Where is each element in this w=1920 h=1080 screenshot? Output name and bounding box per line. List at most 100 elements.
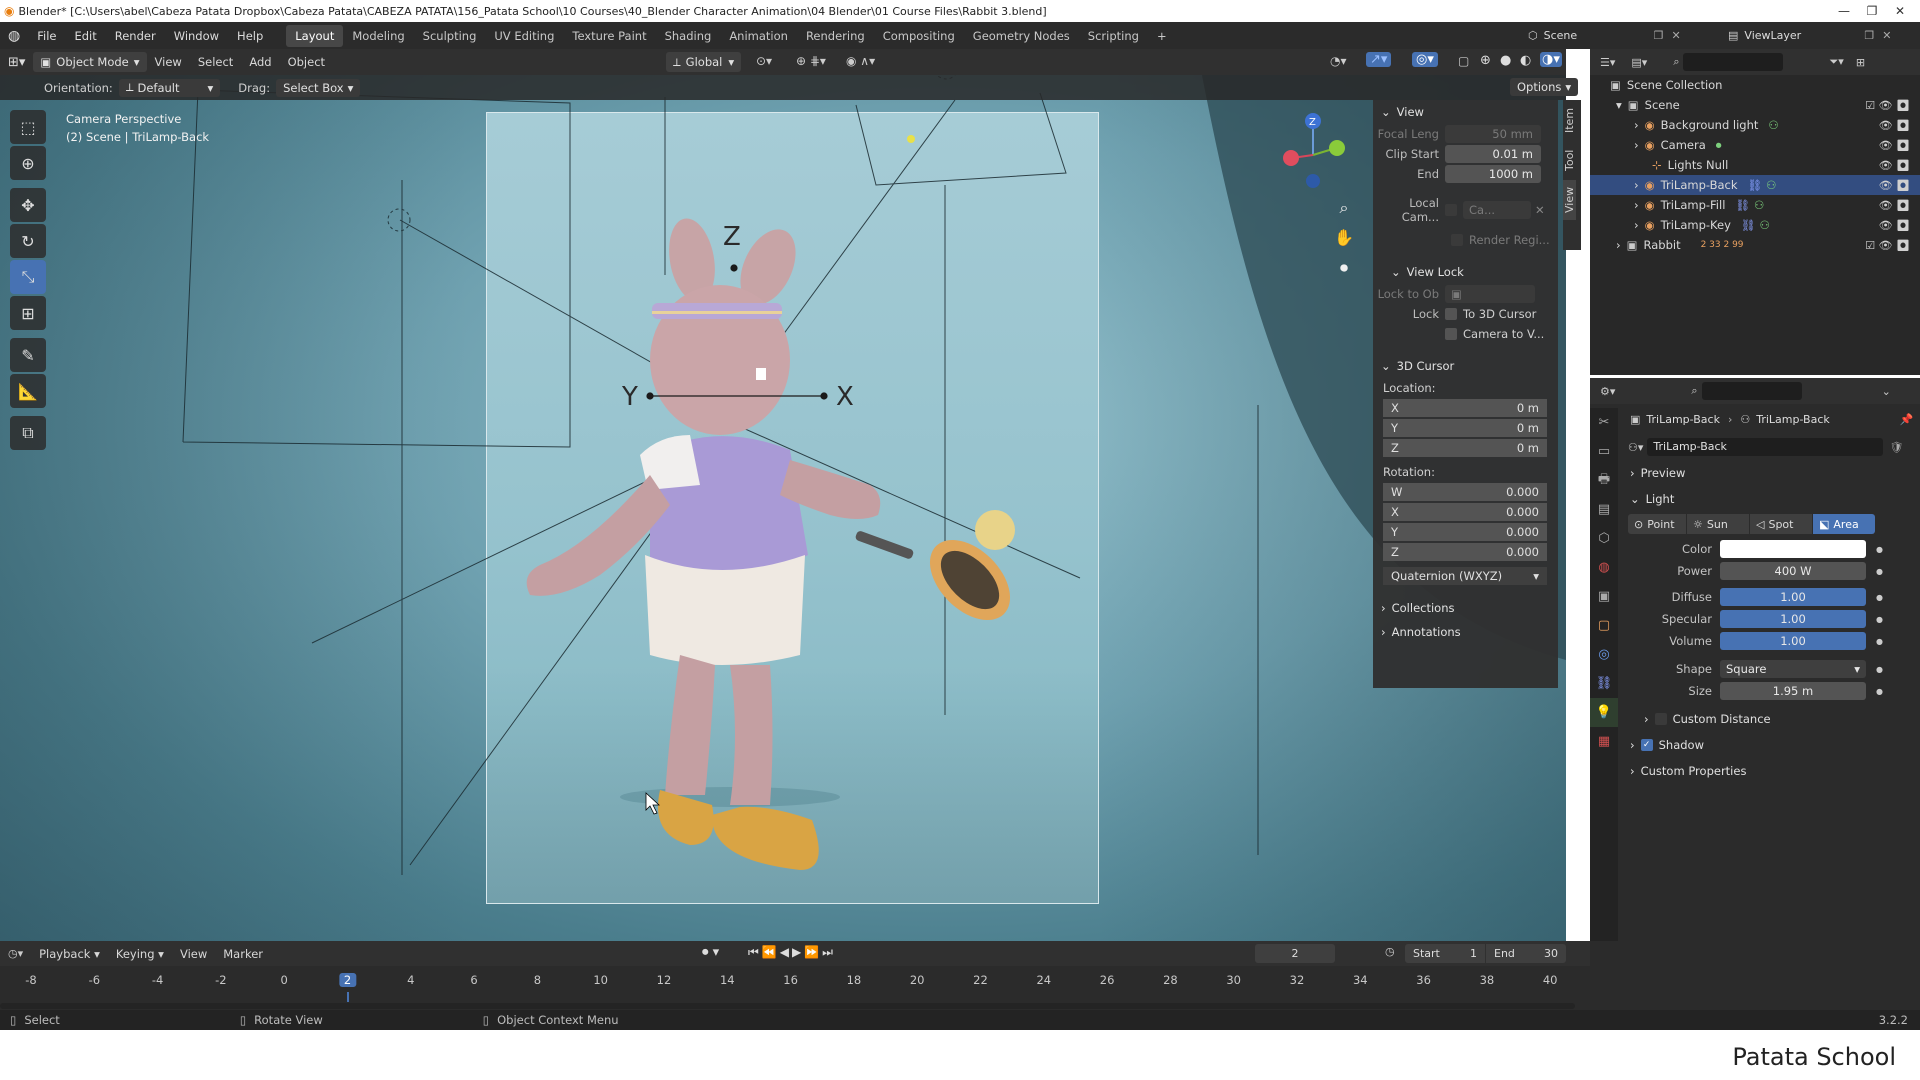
world-tab-icon[interactable]: ◍ [1590, 553, 1618, 582]
expand-icon[interactable]: › [1616, 238, 1621, 252]
view-layer-close-icon[interactable]: ✕ [1882, 29, 1891, 42]
physics-tab-icon[interactable]: ◎ [1590, 640, 1618, 669]
viewport-menu-select[interactable]: Select [190, 55, 241, 69]
outliner-item-trilamp-fill[interactable]: TriLamp-Fill [1661, 198, 1726, 212]
visibility-eye-icon[interactable]: 👁 ⏺ [1879, 179, 1910, 192]
scene-close-icon[interactable]: ✕ [1671, 29, 1680, 42]
visibility-eye-icon[interactable]: ☑ 👁 ⏺ [1865, 239, 1910, 252]
light-section-header[interactable]: ⌄ Light [1620, 486, 1920, 512]
cursor-tool-icon[interactable]: ⊕ [10, 146, 46, 180]
size-field[interactable]: 1.95 m [1720, 682, 1866, 700]
render-tab-icon[interactable]: ▭ [1590, 437, 1618, 466]
pan-hand-icon[interactable]: ✋ [1333, 223, 1355, 253]
gizmo-y-ball[interactable] [1329, 140, 1345, 156]
keyframe-dot-icon[interactable]: ● [1876, 637, 1883, 646]
timeline-editor-icon[interactable]: ◷▾ [0, 947, 31, 960]
local-camera-field[interactable]: Ca... [1463, 201, 1531, 219]
outliner-editor-type-icon[interactable]: ☰▾ [1590, 56, 1625, 69]
orientation-dropdown[interactable]: ⟂ Default ▾ [118, 78, 221, 97]
visibility-eye-icon[interactable]: 👁 ⏺ [1879, 139, 1910, 152]
auto-keying-icon[interactable]: ⏺ ▾ [702, 945, 719, 960]
measure-tool-icon[interactable]: 📐 [10, 374, 46, 408]
visibility-eye-icon[interactable]: 👁 ⏺ [1879, 199, 1910, 212]
light-color-swatch[interactable] [1720, 540, 1866, 558]
keyframe-dot-icon[interactable]: ● [1876, 545, 1883, 554]
pivot-icon[interactable]: ⊙▾ [756, 54, 772, 68]
cursor-rotation-z-field[interactable]: Z 0.000 [1383, 543, 1547, 561]
output-tab-icon[interactable]: 🖶 [1590, 466, 1618, 495]
shading-wireframe-icon[interactable]: ⊕ [1480, 53, 1491, 68]
tab-layout[interactable]: Layout [286, 24, 344, 47]
menu-edit[interactable]: Edit [65, 29, 105, 43]
blender-menu-icon[interactable]: ◍ [0, 28, 28, 44]
cursor-rotation-x-field[interactable]: X 0.000 [1383, 503, 1547, 521]
outliner-search-icon[interactable]: ⌕ [1673, 55, 1679, 69]
tab-modeling[interactable]: Modeling [343, 25, 413, 47]
snap-icon[interactable]: ⊕ ⋕▾ [796, 54, 826, 68]
constraint-tab-icon[interactable]: ⛓ [1590, 669, 1618, 698]
gizmo-negz-ball[interactable] [1306, 174, 1320, 188]
rotate-tool-icon[interactable]: ↻ [10, 224, 46, 258]
overlay-toggle-icon[interactable]: ◎▾ [1412, 52, 1438, 67]
tab-compositing[interactable]: Compositing [874, 25, 964, 47]
light-type-point-button[interactable]: ⊙ Point [1628, 514, 1686, 534]
rotation-mode-dropdown[interactable]: Quaternion (WXYZ) ▾ [1383, 567, 1547, 585]
annotate-tool-icon[interactable]: ✎ [10, 338, 46, 372]
outliner-item-scene[interactable]: Scene [1645, 98, 1680, 112]
menu-help[interactable]: Help [228, 29, 272, 43]
menu-file[interactable]: File [28, 29, 65, 43]
timeline-menu-view[interactable]: View [172, 947, 215, 961]
3d-cursor-header[interactable]: ⌄ 3D Cursor [1373, 354, 1558, 378]
3d-viewport[interactable]: Y X Z Camera Perspective (2) Scene | Tri… [0, 75, 1566, 941]
custom-distance-header[interactable]: › Custom Distance [1620, 706, 1920, 732]
focal-length-field[interactable]: 50 mm [1445, 125, 1541, 143]
tab-shading[interactable]: Shading [656, 25, 721, 47]
scene-selector[interactable]: Scene [1544, 29, 1654, 42]
view-layer-tab-icon[interactable]: ▤ [1590, 495, 1618, 524]
options-dropdown[interactable]: Options ▾ [1510, 78, 1579, 96]
proportional-edit-icon[interactable]: ◉ ∧▾ [846, 54, 875, 68]
shading-rendered-icon[interactable]: ◑▾ [1540, 52, 1562, 67]
outliner-item-background-light[interactable]: Background light [1661, 118, 1759, 132]
sidebar-tab-tool[interactable]: Tool [1563, 140, 1576, 180]
shading-solid-icon[interactable]: ● [1500, 53, 1511, 68]
menu-render[interactable]: Render [106, 29, 165, 43]
expand-icon[interactable]: › [1634, 218, 1639, 232]
add-workspace-button[interactable]: + [1148, 25, 1176, 47]
view-section-header[interactable]: ⌄ View [1373, 100, 1558, 124]
fake-user-icon[interactable]: 🛡 [1889, 441, 1903, 454]
tab-rendering[interactable]: Rendering [797, 25, 874, 47]
viewport-menu-object[interactable]: Object [280, 55, 333, 69]
keyframe-dot-icon[interactable]: ● [1876, 615, 1883, 624]
visibility-eye-icon[interactable]: ☑ 👁 ⏺ [1865, 99, 1910, 112]
keyframe-dot-icon[interactable]: ● [1876, 687, 1883, 696]
timeline-menu-playback[interactable]: Playback ▾ [31, 947, 108, 961]
tool-tab-icon[interactable]: ✂ [1590, 408, 1618, 437]
start-frame-field[interactable]: Start 1 [1405, 944, 1485, 963]
shape-dropdown[interactable]: Square ▾ [1720, 660, 1866, 678]
cursor-location-x-field[interactable]: X 0 m [1383, 399, 1547, 417]
light-datablock-icon[interactable]: ⚇▾ [1628, 441, 1643, 454]
view-layer-selector[interactable]: ViewLayer [1744, 29, 1864, 42]
custom-distance-checkbox[interactable] [1654, 713, 1667, 725]
volume-slider[interactable]: 1.00 [1720, 632, 1866, 650]
lock-to-object-field[interactable]: ▣ [1445, 285, 1535, 303]
viewport-menu-view[interactable]: View [147, 55, 190, 69]
playback-controls[interactable]: ⏮⏪◀▶⏩⏭ [748, 945, 836, 960]
outliner-item-rabbit[interactable]: Rabbit [1643, 238, 1680, 252]
light-type-area-button[interactable]: ⬕ Area [1813, 514, 1875, 534]
diffuse-slider[interactable]: 1.00 [1720, 588, 1866, 606]
gizmo-toggle-icon[interactable]: ↗▾ [1366, 52, 1392, 67]
expand-icon[interactable]: › [1634, 178, 1639, 192]
expand-icon[interactable]: ▾ [1616, 98, 1622, 112]
timeline-ruler[interactable]: -8 -6 -4 -2 0 2 4 6 8 10 12 14 16 18 20 22 24 26 28 30 32 34 3… [0, 970, 1590, 992]
editor-type-icon[interactable]: ⊞▾ [0, 55, 33, 70]
power-field[interactable]: 400 W [1720, 562, 1866, 580]
scene-copy-icon[interactable]: ❐ [1654, 29, 1664, 42]
lock-to-cursor-checkbox[interactable] [1445, 308, 1457, 320]
display-mode-icon[interactable]: ▤▾ [1625, 56, 1653, 69]
cursor-location-z-field[interactable]: Z 0 m [1383, 439, 1547, 457]
cursor-rotation-w-field[interactable]: W 0.000 [1383, 483, 1547, 501]
drag-dropdown[interactable]: Select Box ▾ [276, 78, 361, 97]
view-lock-header[interactable]: ⌄ View Lock [1373, 260, 1558, 284]
